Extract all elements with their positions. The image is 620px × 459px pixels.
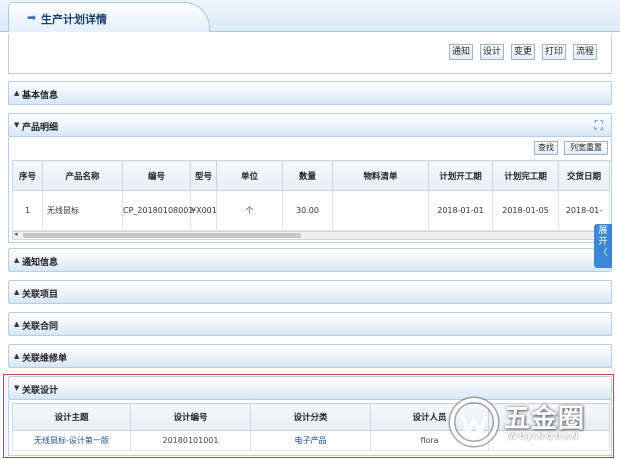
expand-side-tab[interactable]: 展 开 〈 xyxy=(594,224,612,268)
cell: 1 xyxy=(12,190,43,231)
col-header[interactable]: 编号 xyxy=(122,160,191,191)
section-label: 关联合同 xyxy=(22,322,59,332)
logo-mark-icon xyxy=(448,396,500,448)
cell: 30.00 xyxy=(282,190,333,231)
col-header[interactable]: 计划完工期 xyxy=(492,160,559,191)
watermark-subtext: WUJINQUAN xyxy=(508,432,580,441)
product-panel: 查找 列宽重置 序号 产品名称 编号 型号 单位 数量 物料清单 计划开工期 计… xyxy=(8,137,612,243)
watermark-logo: 五金圈 WUJINQUAN xyxy=(446,394,614,454)
col-header[interactable]: 产品名称 xyxy=(42,160,123,191)
cell: 无线鼠标 xyxy=(42,190,123,231)
workflow-button[interactable]: 流程 xyxy=(573,44,597,60)
cell xyxy=(332,190,429,231)
section-related-repair[interactable]: ▲ 关联维修单 xyxy=(8,344,612,368)
notify-button[interactable]: 通知 xyxy=(449,44,473,60)
section-label: 基本信息 xyxy=(22,91,59,101)
cell: CP_20180108001 xyxy=(122,190,193,231)
col-header[interactable]: 单位 xyxy=(216,160,283,191)
watermark-text: 五金圈 xyxy=(504,404,586,434)
section-product-detail[interactable]: ▼ 产品明细 ⛶ xyxy=(8,113,612,137)
horizontal-scrollbar[interactable]: ◂ xyxy=(12,230,609,240)
design-button[interactable]: 设计 xyxy=(480,44,504,60)
chevron-left-icon: 〈 xyxy=(598,248,608,258)
section-related-project[interactable]: ▲ 关联项目 xyxy=(8,280,612,304)
cell: ¥X001 xyxy=(190,190,217,231)
expand-char: 开 xyxy=(598,237,608,247)
cell: 2018-01-05 xyxy=(492,190,559,231)
col-header[interactable]: 型号 xyxy=(190,160,217,191)
section-label: 产品明细 xyxy=(22,123,59,133)
section-basic-info[interactable]: ▲ 基本信息 xyxy=(8,81,612,105)
section-label: 关联维修单 xyxy=(22,354,68,364)
col-header[interactable]: 序号 xyxy=(12,160,43,191)
title-bar: ➡ 生产计划详情 xyxy=(0,0,620,32)
action-toolbar: 通知 设计 变更 打印 流程 xyxy=(8,34,612,74)
expand-char: 展 xyxy=(598,226,608,236)
col-header[interactable]: 数量 xyxy=(282,160,333,191)
product-table: 序号 产品名称 编号 型号 单位 数量 物料清单 计划开工期 计划完工期 交货日… xyxy=(12,160,610,231)
table-header-row: 序号 产品名称 编号 型号 单位 数量 物料清单 计划开工期 计划完工期 交货日… xyxy=(12,160,610,191)
col-header[interactable]: 交货日期 xyxy=(558,160,610,191)
print-button[interactable]: 打印 xyxy=(542,44,566,60)
caret-up-icon: ▲ xyxy=(14,352,20,360)
cell: 2018-01-01 xyxy=(428,190,493,231)
caret-up-icon: ▲ xyxy=(14,288,20,296)
change-button[interactable]: 变更 xyxy=(511,44,535,60)
reset-columns-button[interactable]: 列宽重置 xyxy=(564,141,608,155)
cell: 个 xyxy=(216,190,283,231)
fullscreen-icon[interactable]: ⛶ xyxy=(595,118,603,133)
page-title: 生产计划详情 xyxy=(41,13,107,26)
scroll-left-icon[interactable]: ◂ xyxy=(14,230,18,238)
page-title-tab: ➡ 生产计划详情 xyxy=(8,2,210,32)
col-header[interactable]: 计划开工期 xyxy=(428,160,493,191)
section-label: 关联项目 xyxy=(22,290,59,300)
caret-up-icon: ▲ xyxy=(14,256,20,264)
caret-up-icon: ▲ xyxy=(14,320,20,328)
section-notice-info[interactable]: ▲ 通知信息 xyxy=(8,248,612,272)
caret-down-icon: ▼ xyxy=(14,121,20,129)
section-related-contract[interactable]: ▲ 关联合同 xyxy=(8,312,612,336)
arrow-right-icon: ➡ xyxy=(27,11,37,24)
table-row[interactable]: 1 无线鼠标 CP_20180108001 ¥X001 个 30.00 2018… xyxy=(12,190,610,231)
find-button[interactable]: 查找 xyxy=(534,141,558,155)
scrollbar-thumb[interactable] xyxy=(23,233,301,238)
caret-up-icon: ▲ xyxy=(14,89,20,97)
col-header[interactable]: 物料清单 xyxy=(332,160,429,191)
section-label: 通知信息 xyxy=(22,258,59,268)
